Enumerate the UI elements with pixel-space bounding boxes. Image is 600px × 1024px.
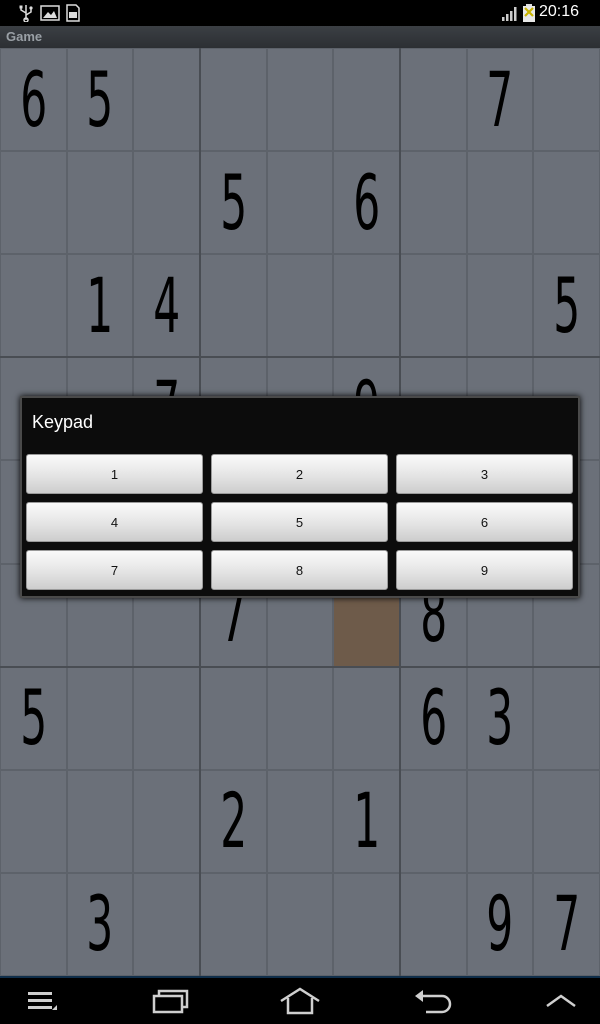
board-cell-r8-c1[interactable] (0, 769, 67, 873)
keypad-key-4[interactable]: 4 (26, 502, 203, 542)
board-cell-r2-c6[interactable]: 6 (333, 151, 400, 255)
keypad-key-9[interactable]: 9 (396, 550, 573, 590)
board-cell-r8-c2[interactable] (66, 769, 134, 873)
board-cell-r2-c3[interactable] (133, 151, 200, 255)
home-icon[interactable] (278, 986, 322, 1016)
board-cell-r1-c9[interactable] (533, 48, 600, 152)
cell-digit: 6 (19, 54, 47, 144)
box-divider-horizontal (0, 665, 600, 668)
keypad-key-3[interactable]: 3 (396, 454, 573, 494)
board-cell-r3-c9[interactable]: 5 (533, 254, 600, 358)
board-cell-r3-c3[interactable]: 4 (133, 254, 200, 358)
recent-apps-icon[interactable] (150, 986, 190, 1016)
cell-digit: 5 (553, 260, 581, 350)
board-cell-r9-c5[interactable] (266, 872, 334, 976)
board-cell-r8-c8[interactable] (466, 769, 534, 873)
cell-digit: 3 (86, 879, 114, 969)
board-cell-r2-c4[interactable]: 5 (200, 151, 267, 255)
board-cell-r1-c5[interactable] (266, 48, 334, 152)
cell-digit: 1 (86, 260, 114, 350)
board-cell-r2-c2[interactable] (66, 151, 134, 255)
board-cell-r7-c7[interactable]: 6 (400, 666, 467, 770)
keypad-key-7[interactable]: 7 (26, 550, 203, 590)
board-cell-r1-c4[interactable] (200, 48, 267, 152)
signal-icon (502, 7, 517, 21)
battery-charging-icon (523, 4, 535, 22)
cell-digit: 5 (219, 157, 247, 247)
cell-digit: 9 (486, 879, 514, 969)
board-cell-r8-c5[interactable] (266, 769, 334, 873)
board-cell-r2-c7[interactable] (400, 151, 467, 255)
board-cell-r1-c3[interactable] (133, 48, 200, 152)
cell-digit: 3 (486, 673, 514, 763)
board-cell-r2-c5[interactable] (266, 151, 334, 255)
app-title: Game (6, 29, 43, 44)
keypad-dialog: Keypad 1 2 3 4 5 6 7 8 9 (20, 396, 580, 598)
board-cell-r9-c2[interactable]: 3 (66, 872, 134, 976)
board-cell-r8-c4[interactable]: 2 (200, 769, 267, 873)
board-cell-r2-c9[interactable] (533, 151, 600, 255)
board-cell-r7-c3[interactable] (133, 666, 200, 770)
board-cell-r8-c9[interactable] (533, 769, 600, 873)
keypad-key-8[interactable]: 8 (211, 550, 388, 590)
board-cell-r8-c6[interactable]: 1 (333, 769, 400, 873)
keypad-key-5[interactable]: 5 (211, 502, 388, 542)
board-cell-r3-c6[interactable] (333, 254, 400, 358)
keypad-key-2[interactable]: 2 (211, 454, 388, 494)
board-cell-r2-c1[interactable] (0, 151, 67, 255)
cell-digit: 1 (353, 776, 381, 866)
board-cell-r9-c3[interactable] (133, 872, 200, 976)
board-cell-r1-c7[interactable] (400, 48, 467, 152)
board-cell-r9-c9[interactable]: 7 (533, 872, 600, 976)
cell-digit: 6 (419, 673, 447, 763)
keypad-key-6[interactable]: 6 (396, 502, 573, 542)
board-cell-r7-c8[interactable]: 3 (466, 666, 534, 770)
cell-digit: 7 (486, 54, 514, 144)
board-cell-r3-c2[interactable]: 1 (66, 254, 134, 358)
board-cell-r8-c7[interactable] (400, 769, 467, 873)
board-cell-r7-c5[interactable] (266, 666, 334, 770)
board-cell-r1-c6[interactable] (333, 48, 400, 152)
board-cell-r3-c5[interactable] (266, 254, 334, 358)
cell-digit: 4 (153, 260, 181, 350)
board-cell-r7-c6[interactable] (333, 666, 400, 770)
board-cell-r7-c2[interactable] (66, 666, 134, 770)
board-cell-r3-c7[interactable] (400, 254, 467, 358)
status-bar: 20:16 (0, 0, 600, 26)
cell-digit: 5 (86, 54, 114, 144)
board-cell-r3-c1[interactable] (0, 254, 67, 358)
sd-card-icon (66, 4, 80, 22)
board-cell-r1-c8[interactable]: 7 (466, 48, 534, 152)
cell-digit: 5 (19, 673, 47, 763)
cell-digit: 6 (353, 157, 381, 247)
app-title-bar: Game (0, 26, 600, 49)
cell-digit: 2 (219, 776, 247, 866)
image-icon (40, 5, 60, 21)
board-cell-r2-c8[interactable] (466, 151, 534, 255)
board-cell-r1-c1[interactable]: 6 (0, 48, 67, 152)
usb-icon (19, 5, 33, 22)
board-cell-r3-c4[interactable] (200, 254, 267, 358)
board-cell-r9-c8[interactable]: 9 (466, 872, 534, 976)
clock: 20:16 (539, 3, 580, 20)
board-cell-r3-c8[interactable] (466, 254, 534, 358)
board-cell-r7-c1[interactable]: 5 (0, 666, 67, 770)
navigation-bar (0, 976, 600, 1024)
board-cell-r7-c4[interactable] (200, 666, 267, 770)
board-cell-r1-c2[interactable]: 5 (66, 48, 134, 152)
board-cell-r8-c3[interactable] (133, 769, 200, 873)
board-cell-r7-c9[interactable] (533, 666, 600, 770)
back-icon[interactable] (412, 986, 452, 1016)
cell-digit: 7 (553, 879, 581, 969)
board-cell-r9-c4[interactable] (200, 872, 267, 976)
up-arrow-icon[interactable] (543, 986, 579, 1016)
keypad-key-1[interactable]: 1 (26, 454, 203, 494)
board-cell-r9-c1[interactable] (0, 872, 67, 976)
keypad-title: Keypad (32, 412, 94, 432)
board-cell-r9-c6[interactable] (333, 872, 400, 976)
box-divider-horizontal (0, 356, 600, 359)
board-cell-r9-c7[interactable] (400, 872, 467, 976)
menu-icon[interactable] (26, 986, 60, 1016)
